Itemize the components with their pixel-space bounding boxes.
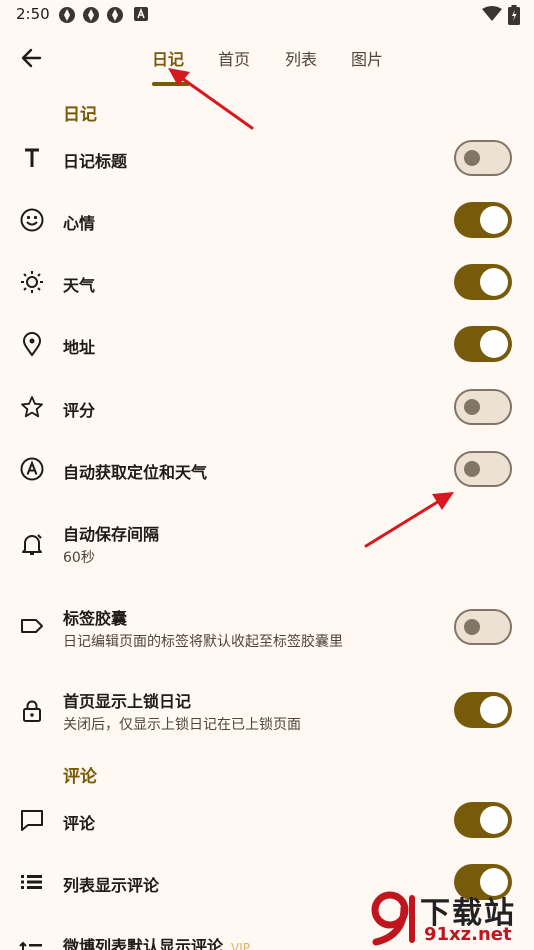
tag-icon [21,619,43,633]
auto-location-weather-toggle[interactable] [454,451,512,487]
setting-description: 日记编辑页面的标签将默认收起至标签胶囊里 [63,634,343,650]
watermark: 下载站 91xz.net [360,884,534,950]
setting-label: 地址 [63,338,96,357]
wifi-icon [482,6,502,21]
watermark-domain: 91xz.net [424,924,512,945]
setting-label: 评分 [63,401,96,420]
battery-icon [508,5,520,25]
weather-sun-icon [21,271,43,293]
setting-label: 日记标题 [63,152,128,171]
alarm-icon [22,534,42,555]
setting-label: 列表显示评论 [63,876,160,895]
diary-title-toggle[interactable] [454,140,512,176]
show-locked-diary-toggle[interactable] [454,692,512,728]
list-sort-icon [19,941,42,950]
list-icon [21,875,42,889]
status-bar: 2:50 [0,0,534,28]
text-title-icon [25,148,39,167]
tab-images[interactable]: 图片 [351,46,383,70]
watermark-logo-icon [371,891,415,946]
tag-capsule-toggle[interactable] [454,609,512,645]
setting-rating[interactable]: 评分 [0,387,534,427]
status-time: 2:50 [16,5,50,23]
annotation-arrow-tab [168,68,254,130]
auto-locate-icon [20,457,44,481]
comment-icon [21,810,43,831]
location-pin-icon [22,332,42,357]
vip-badge: VIP [231,941,250,950]
notification-app-icon [83,7,99,23]
notification-app-icon [107,7,123,23]
autosave-interval-value: 60秒 [63,550,95,566]
setting-comments[interactable]: 评论 [0,800,534,840]
setting-description: 关闭后，仅显示上锁日记在已上锁页面 [63,717,301,733]
setting-label: 评论 [63,814,96,833]
rating-toggle[interactable] [454,389,512,425]
notification-a-icon [134,7,148,21]
setting-weather[interactable]: 天气 [0,262,534,302]
mood-toggle[interactable] [454,202,512,238]
setting-label: 心情 [63,214,96,233]
back-arrow-icon[interactable] [18,44,46,72]
section-title-diary: 日记 [63,105,97,125]
tab-list[interactable]: 列表 [285,46,317,70]
setting-auto-location-weather[interactable]: 自动获取定位和天气 [0,449,534,489]
setting-label: 标签胶囊 [63,609,128,628]
top-app-bar: 日记 首页 列表 图片 [0,28,534,90]
comments-toggle[interactable] [454,802,512,838]
star-icon [21,396,43,418]
section-title-comments: 评论 [63,767,97,787]
setting-label: 天气 [63,276,96,295]
setting-diary-title[interactable]: 日记标题 [0,138,534,178]
setting-label: 自动获取定位和天气 [63,463,208,482]
setting-label: 微博列表默认显示评论 VIP [63,933,250,950]
setting-address[interactable]: 地址 [0,324,534,364]
lock-icon [23,700,41,722]
weather-toggle[interactable] [454,264,512,300]
setting-label: 自动保存间隔 [63,525,160,544]
notification-app-icon [59,7,75,23]
setting-label: 首页显示上锁日记 [63,692,192,711]
annotation-arrow-toggle [364,492,454,548]
address-toggle[interactable] [454,326,512,362]
setting-mood[interactable]: 心情 [0,200,534,240]
setting-tag-capsule[interactable]: 标签胶囊 日记编辑页面的标签将默认收起至标签胶囊里 [0,603,534,659]
setting-show-locked-diary[interactable]: 首页显示上锁日记 关闭后，仅显示上锁日记在已上锁页面 [0,686,534,742]
mood-icon [20,208,44,232]
